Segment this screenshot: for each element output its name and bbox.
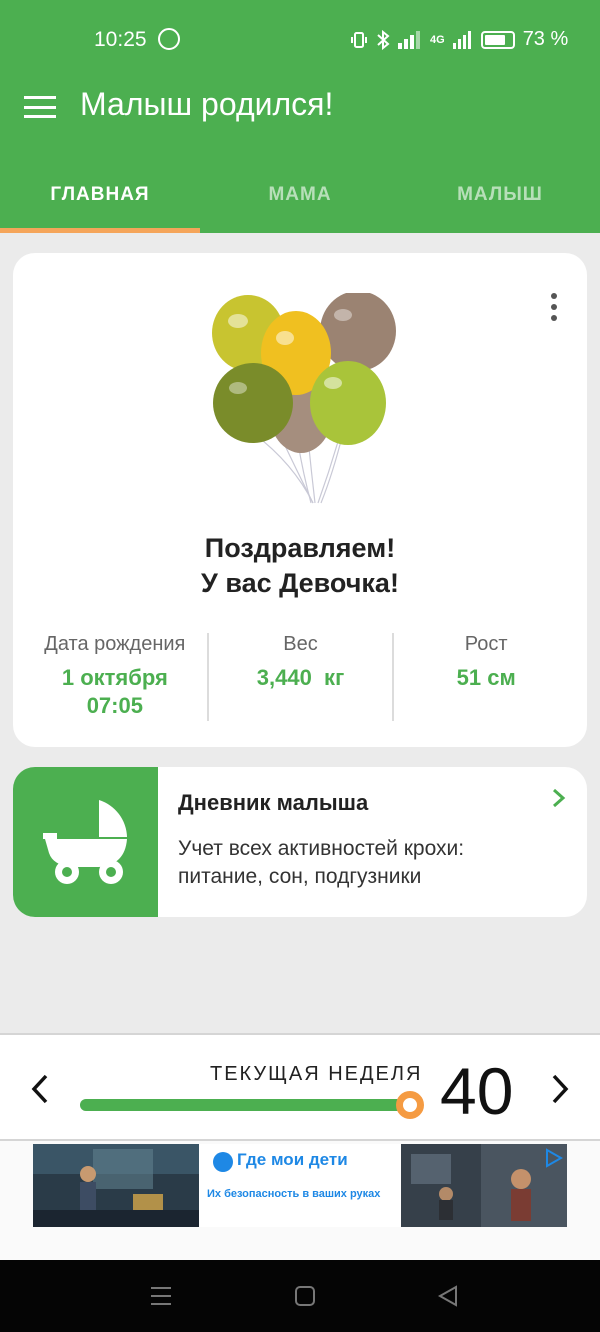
diary-description: Учет всех активностей крохи: питание, со… bbox=[178, 837, 465, 888]
stat-weight: Вес 3,440 кг bbox=[206, 633, 393, 721]
menu-icon[interactable] bbox=[24, 96, 56, 118]
whatsapp-icon bbox=[158, 28, 180, 50]
status-bar: 10:25 4G 73 % bbox=[0, 0, 600, 80]
stroller-icon bbox=[43, 800, 127, 884]
balloons-image bbox=[212, 293, 396, 504]
ad-logo-icon bbox=[213, 1152, 233, 1172]
congrats-line-2: У вас Девочка! bbox=[201, 568, 399, 598]
week-progress-thumb[interactable] bbox=[395, 1091, 424, 1119]
back-icon[interactable] bbox=[436, 1284, 462, 1308]
signal-icon bbox=[398, 30, 420, 49]
chevron-right-icon bbox=[553, 788, 566, 808]
app-bar: 10:25 4G 73 % Малыш родился! ГЛАВНАЯ МАМ… bbox=[0, 0, 600, 233]
more-options-icon[interactable] bbox=[551, 293, 557, 326]
stat-value: 1 октября 07:05 bbox=[23, 664, 207, 720]
tab-baby[interactable]: МАЛЫШ bbox=[400, 160, 600, 233]
week-progress-fill bbox=[80, 1099, 410, 1111]
birth-time-value: 07:05 bbox=[86, 693, 143, 718]
week-number: 40 bbox=[440, 1054, 514, 1128]
previous-week-button[interactable] bbox=[28, 1071, 52, 1107]
bluetooth-icon bbox=[377, 29, 390, 50]
tab-main[interactable]: ГЛАВНАЯ bbox=[0, 160, 200, 233]
stat-height: Рост 51 см bbox=[392, 633, 578, 721]
ad-subtitle: Их безопасность в ваших руках bbox=[207, 1188, 381, 1200]
tab-mom[interactable]: МАМА bbox=[200, 160, 400, 233]
week-progress-track bbox=[80, 1091, 424, 1119]
congrats-text: Поздравляем! У вас Девочка! bbox=[13, 531, 587, 601]
ad-title: Где мои дети bbox=[237, 1150, 348, 1169]
weight-value: 3,440 кг bbox=[256, 665, 345, 690]
ad-image-left bbox=[33, 1144, 199, 1227]
stat-label: Дата рождения bbox=[44, 633, 186, 655]
week-label: ТЕКУЩАЯ НЕДЕЛЯ bbox=[210, 1063, 423, 1085]
home-icon[interactable] bbox=[292, 1284, 318, 1308]
signal-icon-2 bbox=[452, 30, 471, 49]
ad-text-area: Где мои дети Их безопасность в ваших рук… bbox=[199, 1144, 401, 1227]
battery-percent: 73 % bbox=[522, 28, 569, 50]
status-icons: 4G 73 % bbox=[350, 28, 568, 51]
ad-choices-icon[interactable] bbox=[543, 1148, 563, 1168]
diary-title: Дневник малыша bbox=[178, 790, 369, 815]
stat-birth-date: Дата рождения 1 октября 07:05 bbox=[23, 633, 207, 721]
diary-icon-box bbox=[13, 767, 158, 917]
congrats-line-1: Поздравляем! bbox=[204, 533, 396, 563]
baby-diary-card[interactable]: Дневник малыша Учет всех активностей кро… bbox=[13, 767, 587, 917]
birth-info-card: Поздравляем! У вас Девочка! Дата рождени… bbox=[13, 253, 587, 747]
height-value: 51 см bbox=[456, 665, 516, 690]
vibrate-icon bbox=[351, 31, 367, 48]
stat-label: Вес bbox=[283, 633, 318, 655]
birth-stats: Дата рождения 1 октября 07:05 Вес 3,440 … bbox=[23, 633, 578, 721]
battery-icon bbox=[480, 30, 515, 49]
status-time: 10:25 bbox=[94, 28, 147, 51]
ad-content[interactable]: Где мои дети Их безопасность в ваших рук… bbox=[33, 1144, 567, 1227]
system-nav-bar bbox=[0, 1260, 600, 1332]
current-week-bar: ТЕКУЩАЯ НЕДЕЛЯ 40 bbox=[0, 1033, 600, 1141]
stat-label: Рост bbox=[464, 633, 508, 655]
network-type-icon: 4G bbox=[430, 33, 445, 46]
tab-bar: ГЛАВНАЯ МАМА МАЛЫШ bbox=[0, 160, 600, 233]
ad-banner[interactable]: Где мои дети Их безопасность в ваших рук… bbox=[0, 1141, 600, 1260]
recent-apps-icon[interactable] bbox=[148, 1284, 174, 1308]
next-week-button[interactable] bbox=[548, 1071, 572, 1107]
app-title: Малыш родился! bbox=[80, 86, 334, 122]
birth-date-value: 1 октября bbox=[61, 665, 168, 690]
